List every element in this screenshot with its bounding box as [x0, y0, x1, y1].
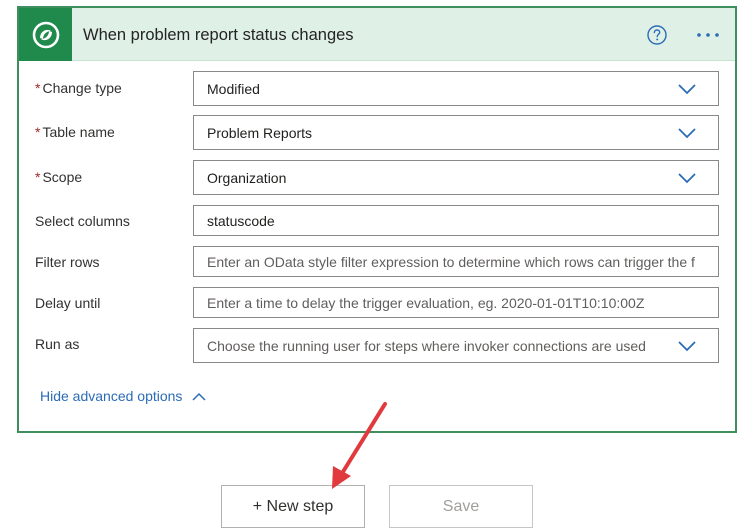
change-type-dropdown[interactable]: Modified — [193, 71, 719, 106]
hide-advanced-options-label: Hide advanced options — [40, 388, 183, 404]
select-columns-input[interactable]: statuscode — [193, 205, 719, 236]
dataverse-logo-icon — [19, 8, 72, 61]
chevron-down-icon — [678, 83, 696, 94]
delay-until-input[interactable]: Enter a time to delay the trigger evalua… — [193, 287, 719, 318]
table-name-label: * Table name — [35, 124, 115, 140]
delay-until-label: Delay until — [35, 295, 101, 311]
question-circle-icon[interactable] — [646, 24, 668, 46]
scope-label: * Scope — [35, 169, 83, 185]
run-as-dropdown[interactable]: Choose the running user for steps where … — [193, 328, 719, 363]
table-name-dropdown[interactable]: Problem Reports — [193, 115, 719, 150]
chevron-down-icon — [678, 340, 696, 351]
filter-rows-input[interactable]: Enter an OData style filter expression t… — [193, 246, 719, 277]
select-columns-label: Select columns — [35, 213, 130, 229]
trigger-card-header[interactable]: When problem report status changes — [19, 8, 735, 61]
change-type-label: * Change type — [35, 80, 122, 96]
chevron-down-icon — [678, 172, 696, 183]
new-step-button[interactable]: + New step — [221, 485, 365, 528]
filter-rows-label: Filter rows — [35, 254, 100, 270]
run-as-label: Run as — [35, 336, 80, 352]
trigger-card: When problem report status changes * Chan… — [17, 6, 737, 433]
ellipsis-icon[interactable] — [693, 25, 723, 45]
save-button[interactable]: Save — [389, 485, 533, 528]
hide-advanced-options-link[interactable]: Hide advanced options — [40, 388, 206, 404]
trigger-title: When problem report status changes — [83, 26, 354, 44]
chevron-up-icon — [192, 392, 206, 401]
scope-dropdown[interactable]: Organization — [193, 160, 719, 195]
chevron-down-icon — [678, 127, 696, 138]
